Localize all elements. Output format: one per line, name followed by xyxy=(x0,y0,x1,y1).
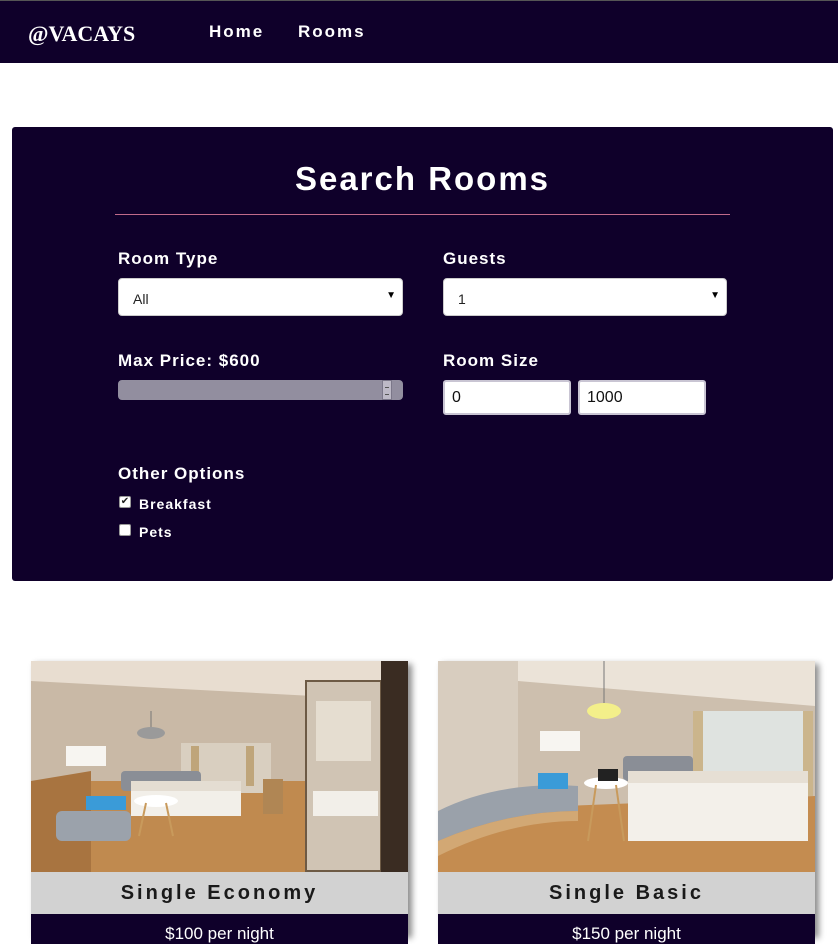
room-name-bar: Single Economy xyxy=(31,872,408,914)
room-image xyxy=(438,661,815,872)
chevron-down-icon: ▼ xyxy=(386,290,396,301)
room-size-label: Room Size xyxy=(443,351,539,370)
room-name: Single Economy xyxy=(120,882,319,904)
chevron-down-icon: ▼ xyxy=(710,290,720,301)
guests-select[interactable]: 1 ▼ xyxy=(443,278,727,316)
pets-checkbox[interactable] xyxy=(119,524,131,536)
search-title: Search Rooms xyxy=(294,160,551,197)
room-type-value: All xyxy=(133,291,149,307)
room-type-select[interactable]: All ▼ xyxy=(118,278,403,316)
logo[interactable]: @VACAYS xyxy=(28,21,135,47)
navbar: @VACAYS Home Rooms xyxy=(0,0,838,63)
other-options-label: Other Options xyxy=(118,464,246,483)
breakfast-label: Breakfast xyxy=(139,496,212,512)
nav-link-rooms[interactable]: Rooms xyxy=(298,22,366,42)
pets-label: Pets xyxy=(139,524,173,540)
room-card[interactable]: Single Economy $100 per night xyxy=(31,661,408,944)
room-price: $150 per night xyxy=(572,924,681,943)
title-divider xyxy=(115,214,730,215)
room-name: Single Basic xyxy=(549,882,704,904)
nav-link-home[interactable]: Home xyxy=(209,22,264,42)
max-price-slider[interactable] xyxy=(118,380,403,400)
breakfast-checkbox[interactable]: ✔ xyxy=(119,496,131,508)
search-panel: Search Rooms Room Type All ▼ Guests 1 ▼ … xyxy=(12,127,833,581)
grip-icon xyxy=(385,387,389,395)
room-price-bar: $100 per night xyxy=(31,914,408,944)
guests-value: 1 xyxy=(458,291,466,307)
room-card[interactable]: Single Basic $150 per night xyxy=(438,661,815,944)
room-price-bar: $150 per night xyxy=(438,914,815,944)
room-name-bar: Single Basic xyxy=(438,872,815,914)
room-image xyxy=(31,661,408,872)
room-photo-economy xyxy=(31,661,408,872)
room-price: $100 per night xyxy=(165,924,274,943)
room-type-label: Room Type xyxy=(118,249,219,268)
guests-label: Guests xyxy=(443,249,507,268)
max-price-label: Max Price: $600 xyxy=(118,351,261,370)
room-size-min-input[interactable] xyxy=(443,380,571,415)
room-size-max-input[interactable] xyxy=(578,380,706,415)
slider-thumb[interactable] xyxy=(382,380,392,400)
room-photo-basic xyxy=(438,661,815,872)
